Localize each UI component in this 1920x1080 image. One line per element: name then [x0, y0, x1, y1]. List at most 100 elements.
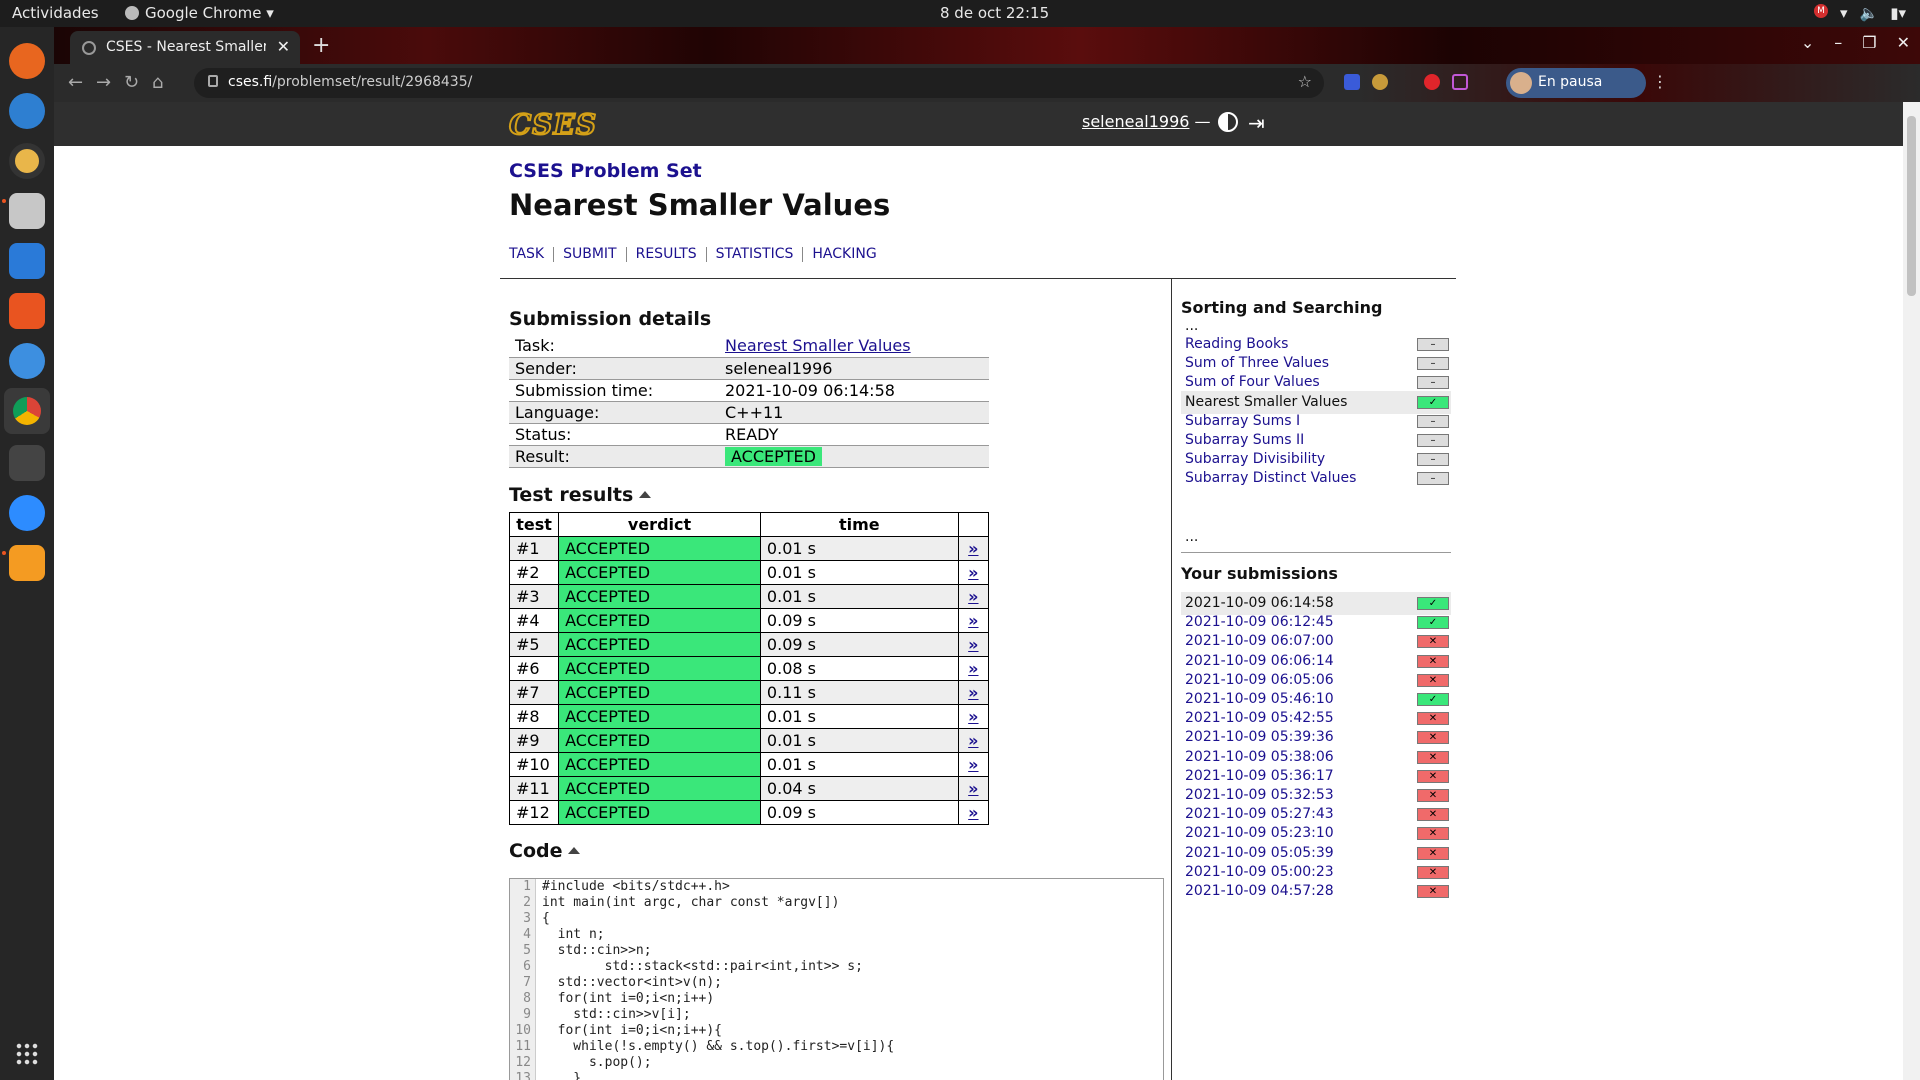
view-test-link[interactable]: » — [957, 536, 990, 561]
task-status-icon: – — [1417, 453, 1449, 467]
reload-icon[interactable]: ↻ — [124, 72, 139, 93]
help-icon[interactable] — [9, 343, 45, 379]
tab-results[interactable]: RESULTS — [625, 247, 706, 262]
tab-title: CSES - Nearest Smaller Va — [106, 39, 266, 55]
column-header: test — [508, 512, 560, 537]
chrome-dock-slot[interactable] — [4, 388, 50, 434]
maximize-icon[interactable]: ❐ — [1862, 33, 1876, 52]
forward-icon[interactable]: → — [96, 72, 111, 93]
view-test-link[interactable]: » — [957, 608, 990, 633]
source-code[interactable]: #include <bits/stdc++.h> int main(int arg… — [542, 879, 894, 1080]
test-time: 0.01 s — [759, 584, 959, 609]
view-test-link[interactable]: » — [957, 560, 990, 585]
address-bar[interactable]: cses.fi/problemset/result/2968435/ ☆ — [194, 68, 1324, 98]
view-test-link[interactable]: » — [957, 680, 990, 705]
line-number: 7 — [523, 975, 531, 990]
rhythmbox-icon[interactable] — [9, 143, 45, 179]
tab-favicon-icon — [82, 41, 96, 55]
table-row: #3 ACCEPTED 0.01 s» — [508, 584, 990, 609]
sidebar-submission-item[interactable]: 2021-10-09 04:57:28 ✕ — [1181, 880, 1451, 903]
table-row: #9 ACCEPTED 0.01 s» — [508, 728, 990, 753]
system-tray[interactable]: M ▾ 🔈 ▮▾ — [1813, 4, 1906, 22]
tab-search-icon[interactable]: ⌄ — [1801, 33, 1814, 52]
divider — [500, 278, 1456, 279]
tab-statistics[interactable]: STATISTICS — [705, 247, 803, 262]
submission-status-icon: ✕ — [1417, 865, 1449, 879]
software-center-icon[interactable] — [9, 293, 45, 329]
extension-icon[interactable] — [1424, 74, 1440, 90]
test-time: 0.01 s — [759, 752, 959, 777]
lock-icon[interactable] — [208, 75, 218, 87]
submission-status-icon: ✕ — [1417, 635, 1449, 649]
profile-button[interactable]: En pausa — [1506, 68, 1646, 98]
code-viewer[interactable]: 1 2 3 4 5 6 7 8 9 10 11 12 13 #include <bits/stdc++.… — [509, 878, 1164, 1080]
line-numbers: 1 2 3 4 5 6 7 8 9 10 11 12 13 — [510, 879, 536, 1080]
detail-key: Language: — [509, 401, 719, 424]
tab-submit[interactable]: SUBMIT — [553, 247, 626, 262]
task-link[interactable]: Nearest Smaller Values — [725, 336, 911, 355]
problemset-link[interactable]: CSES Problem Set — [509, 160, 702, 182]
code-line: } — [542, 1071, 582, 1080]
code-heading[interactable]: Code — [509, 840, 581, 862]
chrome-icon — [13, 397, 41, 425]
extension-icon[interactable] — [1452, 74, 1468, 90]
table-row: Task: Nearest Smaller Values — [509, 335, 989, 358]
username-link[interactable]: seleneal1996 — [1082, 112, 1189, 131]
writer-icon[interactable] — [9, 243, 45, 279]
sidebar-task-item[interactable]: Subarray Distinct Values – — [1181, 467, 1451, 490]
show-applications-icon[interactable] — [15, 1042, 39, 1066]
sidebar-task-label: Sum of Three Values — [1185, 355, 1330, 372]
test-id: #10 — [508, 752, 560, 777]
table-row: Result: ACCEPTED — [509, 445, 989, 468]
view-test-link[interactable]: » — [957, 584, 990, 609]
browser-tab[interactable]: CSES - Nearest Smaller Va ✕ — [70, 31, 300, 64]
logout-icon[interactable]: ⇥ — [1248, 111, 1265, 135]
gmail-indicator-icon[interactable]: M — [1813, 4, 1828, 18]
close-tab-icon[interactable]: ✕ — [277, 37, 290, 56]
zoom-icon[interactable] — [9, 495, 45, 531]
files-icon[interactable] — [9, 193, 45, 229]
page-scrollbar[interactable] — [1903, 102, 1920, 1080]
close-window-icon[interactable]: ✕ — [1897, 33, 1910, 52]
view-test-link[interactable]: » — [957, 656, 990, 681]
test-results-table: test verdict time #1 ACCEPTED 0.01 s» #2 ACC… — [508, 512, 990, 825]
test-verdict: ACCEPTED — [558, 536, 761, 561]
terminal-icon[interactable] — [9, 445, 45, 481]
table-row: #2 ACCEPTED 0.01 s» — [508, 560, 990, 585]
view-test-link[interactable]: » — [957, 632, 990, 657]
sublime-text-icon[interactable] — [9, 545, 45, 581]
sidebar-task-label: Subarray Divisibility — [1185, 451, 1326, 468]
clock[interactable]: 8 de oct 22:15 — [940, 4, 1049, 22]
app-menu[interactable]: Google Chrome ▾ — [125, 4, 274, 22]
activities-button[interactable]: Actividades — [12, 4, 99, 22]
extension-icon[interactable] — [1344, 74, 1360, 90]
chrome-menu-icon[interactable]: ⋮ — [1652, 72, 1668, 91]
new-tab-button[interactable]: + — [312, 33, 330, 58]
sidebar-task-label: Reading Books — [1185, 336, 1289, 352]
line-number: 12 — [515, 1055, 531, 1070]
firefox-icon[interactable] — [9, 43, 45, 79]
home-icon[interactable]: ⌂ — [152, 72, 163, 93]
scrollbar-thumb[interactable] — [1907, 116, 1916, 296]
view-test-link[interactable]: » — [957, 776, 990, 801]
view-test-link[interactable]: » — [957, 752, 990, 777]
test-id: #7 — [508, 680, 560, 705]
view-test-link[interactable]: » — [957, 704, 990, 729]
tab-task[interactable]: TASK — [509, 247, 553, 262]
tab-hacking[interactable]: HACKING — [802, 247, 885, 262]
test-results-heading[interactable]: Test results — [509, 484, 652, 506]
cses-logo[interactable]: CSES — [508, 107, 597, 142]
theme-toggle-icon[interactable] — [1218, 112, 1238, 132]
line-number: 10 — [515, 1023, 531, 1038]
code-line: int n; — [542, 927, 605, 942]
table-header-row: test verdict time — [508, 512, 990, 537]
table-row: #10 ACCEPTED 0.01 s» — [508, 752, 990, 777]
thunderbird-icon[interactable] — [9, 93, 45, 129]
minimize-icon[interactable]: – — [1834, 33, 1842, 52]
view-test-link[interactable]: » — [957, 728, 990, 753]
bookmark-star-icon[interactable]: ☆ — [1298, 72, 1312, 91]
back-icon[interactable]: ← — [68, 72, 83, 93]
extension-icon[interactable] — [1372, 74, 1388, 90]
table-row: Sender: seleneal1996 — [509, 357, 989, 380]
view-test-link[interactable]: » — [957, 800, 990, 825]
